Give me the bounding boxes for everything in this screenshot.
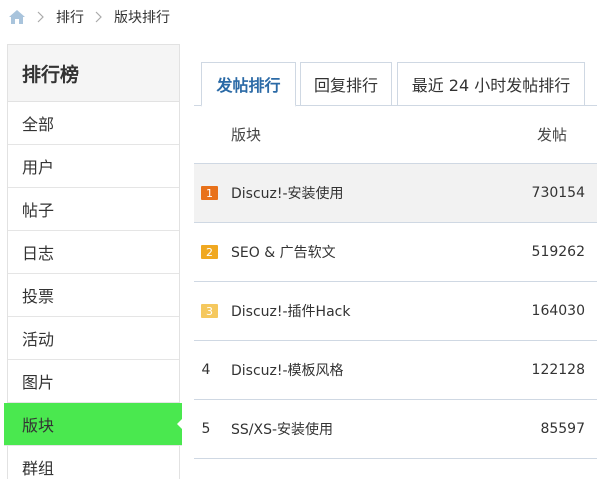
breadcrumb-link-rank[interactable]: 排行 <box>56 7 84 27</box>
forum-link[interactable]: Discuz!-插件Hack <box>231 301 350 321</box>
table-row: 2 SEO & 广告软文 519262 <box>194 223 597 282</box>
tab-24h-post-rank[interactable]: 最近 24 小时发帖排行 <box>397 62 585 106</box>
rank-number: 4 <box>201 362 211 378</box>
sidebar-title: 排行榜 <box>8 45 179 102</box>
chevron-right-icon <box>90 10 108 24</box>
rank-badge: 1 <box>201 186 218 200</box>
forum-link[interactable]: Discuz!-安装使用 <box>231 183 344 203</box>
post-count: 730154 <box>531 185 585 201</box>
sidebar-item-pictures[interactable]: 图片 <box>8 360 179 403</box>
rank-badge: 2 <box>201 245 218 259</box>
sidebar-item-groups[interactable]: 群组 <box>8 446 179 479</box>
table-header: 版块 发帖 <box>194 106 597 164</box>
sidebar-item-polls[interactable]: 投票 <box>8 274 179 317</box>
sidebar-item-all[interactable]: 全部 <box>8 102 179 145</box>
tab-bar: 发帖排行 回复排行 最近 24 小时发帖排行 <box>194 62 597 107</box>
post-count: 122128 <box>531 362 585 378</box>
forum-link[interactable]: SS/XS-安装使用 <box>231 419 333 439</box>
home-icon[interactable] <box>8 9 26 25</box>
rank-badge: 3 <box>201 304 218 318</box>
table-row: 3 Discuz!-插件Hack 164030 <box>194 282 597 341</box>
sidebar-item-activities[interactable]: 活动 <box>8 317 179 360</box>
forum-link[interactable]: Discuz!-模板风格 <box>231 360 344 380</box>
column-header-forum: 版块 <box>231 126 262 144</box>
breadcrumb-link-forum-rank[interactable]: 版块排行 <box>114 7 170 27</box>
table-row: 1 Discuz!-安装使用 730154 <box>194 164 597 223</box>
tab-post-rank[interactable]: 发帖排行 <box>201 62 296 107</box>
table-row: 5 SS/XS-安装使用 85597 <box>194 400 597 459</box>
table-row: 4 Discuz!-模板风格 122128 <box>194 341 597 400</box>
main-content: 发帖排行 回复排行 最近 24 小时发帖排行 版块 发帖 1 Discuz!-安… <box>194 44 597 479</box>
chevron-right-icon <box>32 10 50 24</box>
rank-number: 5 <box>201 421 211 437</box>
breadcrumb: 排行 版块排行 <box>0 0 597 34</box>
post-count: 85597 <box>540 421 585 437</box>
post-count: 164030 <box>531 303 585 319</box>
sidebar-item-threads[interactable]: 帖子 <box>8 188 179 231</box>
sidebar-item-blogs[interactable]: 日志 <box>8 231 179 274</box>
rank-table: 版块 发帖 1 Discuz!-安装使用 730154 2 SEO & 广告软文… <box>194 106 597 459</box>
tab-reply-rank[interactable]: 回复排行 <box>300 62 392 106</box>
sidebar: 排行榜 全部 用户 帖子 日志 投票 活动 图片 版块 群组 <box>4 44 183 479</box>
sidebar-item-users[interactable]: 用户 <box>8 145 179 188</box>
post-count: 519262 <box>531 244 585 260</box>
sidebar-item-forums[interactable]: 版块 <box>4 403 183 446</box>
forum-link[interactable]: SEO & 广告软文 <box>231 242 336 262</box>
column-header-posts: 发帖 <box>536 126 567 144</box>
